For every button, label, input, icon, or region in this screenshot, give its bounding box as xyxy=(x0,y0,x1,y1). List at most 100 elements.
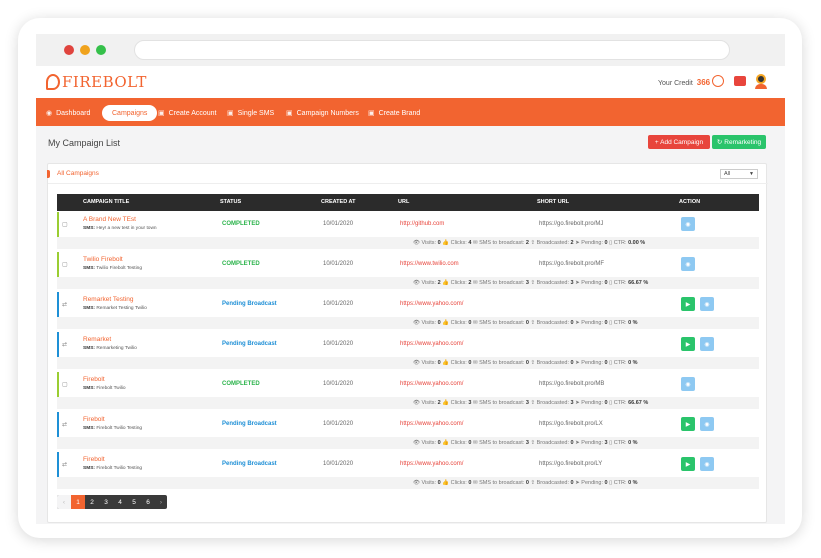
play-icon: ▶ xyxy=(685,461,691,468)
firebolt-logo[interactable]: FIREBOLT xyxy=(46,72,147,92)
row-stats: 👁 Visits: 2 👍 Clicks: 3 ✉ SMS to broadca… xyxy=(57,397,759,409)
chat-icon: ▣ xyxy=(368,110,375,117)
eye-icon: ◉ xyxy=(704,301,710,308)
table-row: ▢ Twilio Firebolt SMS: Twilio Firebolt Tes… xyxy=(57,252,759,292)
campaign-url-link[interactable]: https://www.yahoo.com/ xyxy=(400,421,463,427)
visits-icon: 👁 xyxy=(413,240,420,246)
remarketing-button[interactable]: ↻ Remarketing xyxy=(712,135,766,149)
campaign-url-link[interactable]: https://www.yahoo.com/ xyxy=(400,461,463,467)
ctr-icon: ▯ xyxy=(609,240,613,246)
campaign-title-link[interactable]: A Brand New TEst xyxy=(83,216,136,223)
flame-icon xyxy=(46,74,60,90)
page-2[interactable]: 2 xyxy=(85,495,99,509)
nav-single-sms[interactable]: ▣ Single SMS xyxy=(227,105,274,121)
checkbox-icon[interactable]: ▢ xyxy=(62,221,68,228)
pagination-next[interactable]: › xyxy=(155,495,167,509)
checkbox-icon[interactable]: ▢ xyxy=(62,261,68,268)
campaign-url-link[interactable]: https://www.twilio.com xyxy=(400,261,459,267)
card-title: All Campaigns xyxy=(57,170,99,177)
chat-icon: ▣ xyxy=(158,110,165,117)
campaign-title-link[interactable]: Firebolt xyxy=(83,376,105,383)
refresh-icon[interactable]: ⇄ xyxy=(62,341,67,348)
alarm-clock-icon[interactable] xyxy=(712,75,724,87)
nav-dashboard[interactable]: ◉ Dashboard xyxy=(46,105,90,121)
broadcast-play-button[interactable]: ▶ xyxy=(681,417,695,431)
visits-icon: 👁 xyxy=(413,320,420,326)
view-details-button[interactable]: ◉ xyxy=(700,417,714,431)
page-6[interactable]: 6 xyxy=(141,495,155,509)
pagination: ‹ 1 2 3 4 5 6 › xyxy=(57,495,167,509)
broadcast-icon: ⇪ xyxy=(530,480,536,486)
row-stats: 👁 Visits: 0 👍 Clicks: 0 ✉ SMS to broadca… xyxy=(57,317,759,329)
view-details-button[interactable]: ◉ xyxy=(700,337,714,351)
view-details-button[interactable]: ◉ xyxy=(700,297,714,311)
nav-campaigns[interactable]: Campaigns xyxy=(102,105,158,121)
broadcast-play-button[interactable]: ▶ xyxy=(681,457,695,471)
broadcast-icon: ⇪ xyxy=(530,400,536,406)
broadcast-icon: ⇪ xyxy=(530,240,536,246)
page-3[interactable]: 3 xyxy=(99,495,113,509)
pending-icon: ➤ xyxy=(575,480,580,486)
play-icon: ▶ xyxy=(685,341,691,348)
campaign-title-link[interactable]: Remarket Testing xyxy=(83,296,133,303)
refresh-icon[interactable]: ⇄ xyxy=(62,301,67,308)
table-row: ⇄ Remarket Testing SMS: Remarket Testing T… xyxy=(57,292,759,332)
campaign-url-link[interactable]: http://github.com xyxy=(400,221,444,227)
user-avatar[interactable] xyxy=(755,74,767,90)
eye-icon: ◉ xyxy=(704,421,710,428)
campaign-url-link[interactable]: https://www.yahoo.com/ xyxy=(400,341,463,347)
page-4[interactable]: 4 xyxy=(113,495,127,509)
campaign-title-link[interactable]: Firebolt xyxy=(83,456,105,463)
nav-create-brand[interactable]: ▣ Create Brand xyxy=(368,105,420,121)
row-stats: 👁 Visits: 0 👍 Clicks: 0 ✉ SMS to broadca… xyxy=(57,437,759,449)
status-badge: Pending Broadcast xyxy=(222,421,277,427)
campaign-title-link[interactable]: Firebolt xyxy=(83,416,105,423)
row-main: ⇄ Remarket Testing SMS: Remarket Testing T… xyxy=(57,292,759,317)
created-date: 10/01/2020 xyxy=(323,301,354,307)
sms-icon: ✉ xyxy=(472,280,478,286)
ctr-icon: ▯ xyxy=(609,280,613,286)
nav-campaign-numbers[interactable]: ▣ Campaign Numbers xyxy=(286,105,359,121)
campaign-sms: SMS: Remarket Testing Twilio xyxy=(83,306,147,311)
minimize-window-icon[interactable] xyxy=(80,45,90,55)
refresh-icon[interactable]: ⇄ xyxy=(62,421,67,428)
view-details-button[interactable]: ◉ xyxy=(681,377,695,391)
view-details-button[interactable]: ◉ xyxy=(681,257,695,271)
clicks-icon: 👍 xyxy=(442,240,450,246)
status-badge: Pending Broadcast xyxy=(222,301,277,307)
campaign-filter-select[interactable]: All ▼ xyxy=(720,169,758,179)
top-header: FIREBOLT Your Credit 366 xyxy=(36,66,785,98)
visits-icon: 👁 xyxy=(413,360,420,366)
campaign-url-link[interactable]: https://www.yahoo.com/ xyxy=(400,301,463,307)
notifications-icon[interactable] xyxy=(734,76,746,86)
checkbox-icon[interactable]: ▢ xyxy=(62,381,68,388)
col-created-at: CREATED AT xyxy=(321,199,356,205)
pagination-prev[interactable]: ‹ xyxy=(57,495,71,509)
clicks-icon: 👍 xyxy=(442,480,450,486)
add-campaign-button[interactable]: + Add Campaign xyxy=(648,135,710,149)
row-main: ▢ Firebolt SMS: Firebolt Twilio COMPLETED 10… xyxy=(57,372,759,397)
page-1[interactable]: 1 xyxy=(71,495,85,509)
play-icon: ▶ xyxy=(685,421,691,428)
status-badge: COMPLETED xyxy=(222,381,260,387)
maximize-window-icon[interactable] xyxy=(96,45,106,55)
ctr-icon: ▯ xyxy=(609,320,613,326)
chevron-down-icon: ▼ xyxy=(749,171,754,177)
campaign-title-link[interactable]: Remarket xyxy=(83,336,111,343)
broadcast-play-button[interactable]: ▶ xyxy=(681,297,695,311)
close-window-icon[interactable] xyxy=(64,45,74,55)
broadcast-play-button[interactable]: ▶ xyxy=(681,337,695,351)
address-bar[interactable] xyxy=(134,40,730,60)
broadcast-icon: ⇪ xyxy=(530,280,536,286)
nav-create-account[interactable]: ▣ Create Account xyxy=(158,105,217,121)
dashboard-icon: ◉ xyxy=(46,110,53,117)
campaign-url-link[interactable]: https://www.yahoo.com/ xyxy=(400,381,463,387)
view-details-button[interactable]: ◉ xyxy=(700,457,714,471)
table-row: ⇄ Remarket SMS: Remarketing Twilio Pending … xyxy=(57,332,759,372)
refresh-icon[interactable]: ⇄ xyxy=(62,461,67,468)
page-5[interactable]: 5 xyxy=(127,495,141,509)
short-url: https://go.firebolt.pro/LX xyxy=(539,421,603,427)
campaign-title-link[interactable]: Twilio Firebolt xyxy=(83,256,123,263)
ctr-icon: ▯ xyxy=(609,440,613,446)
view-details-button[interactable]: ◉ xyxy=(681,217,695,231)
